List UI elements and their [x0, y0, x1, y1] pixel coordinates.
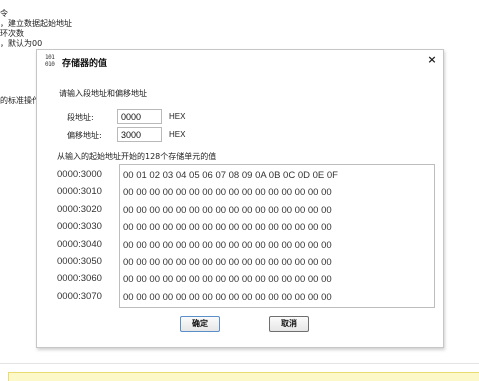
background-text-1: 令	[0, 9, 8, 18]
hex-row: 00 00 00 00 00 00 00 00 00 00 00 00 00 0…	[123, 204, 332, 216]
address-label: 0000:3050	[57, 255, 102, 267]
address-label: 0000:3000	[57, 169, 102, 180]
address-label: 0000:3060	[57, 273, 102, 285]
binary-icon-line-2: 010	[45, 61, 55, 68]
ok-button[interactable]: 确定	[180, 316, 220, 332]
memory-table: 0000:3000 0000:3010 0000:3020 0000:3030 …	[57, 164, 435, 308]
hex-row: 00 00 00 00 00 00 00 00 00 00 00 00 00 0…	[123, 239, 332, 251]
background-text-3: 环次数	[0, 29, 24, 38]
memory-caption: 从输入的起始地址开始的128个存储单元的值	[57, 152, 217, 161]
address-label: 0000:3010	[57, 186, 102, 198]
address-prompt: 请输入段地址和偏移地址	[59, 89, 147, 98]
hex-row: 00 00 00 00 00 00 00 00 00 00 00 00 00 0…	[123, 256, 332, 268]
hex-row: 00 00 00 00 00 00 00 00 00 00 00 00 00 0…	[123, 291, 332, 303]
hex-row: 00 00 00 00 00 00 00 00 00 00 00 00 00 0…	[123, 274, 332, 286]
dialog-header[interactable]: 101 010 存储器的值 ×	[37, 50, 443, 74]
binary-icon: 101 010	[45, 54, 59, 68]
address-label: 0000:3040	[57, 238, 102, 250]
background-text-5: 的标准操作	[0, 96, 40, 105]
address-label: 0000:3020	[57, 203, 102, 215]
background-text-4: ，默认为00	[0, 39, 43, 48]
hex-row: 00 01 02 03 04 05 06 07 08 09 0A 0B 0C 0…	[123, 170, 338, 181]
hex-row: 00 00 00 00 00 00 00 00 00 00 00 00 00 0…	[123, 187, 332, 199]
segment-unit-label: HEX	[169, 112, 186, 121]
binary-icon-line-1: 101	[45, 54, 55, 61]
address-column: 0000:3000 0000:3010 0000:3020 0000:3030 …	[57, 166, 119, 305]
offset-address-input[interactable]	[117, 127, 162, 142]
address-label: 0000:3070	[57, 290, 102, 302]
dialog-title: 存储器的值	[62, 59, 108, 69]
segment-address-label: 段地址:	[67, 113, 94, 122]
offset-address-label: 偏移地址:	[67, 131, 102, 140]
offset-unit-label: HEX	[169, 130, 186, 139]
notice-bar	[8, 372, 479, 381]
address-label: 0000:3030	[57, 221, 102, 233]
background-text-2: ，建立数据起始地址	[0, 19, 72, 28]
segment-address-input[interactable]	[117, 109, 162, 124]
memory-values-dialog: 101 010 存储器的值 × 请输入段地址和偏移地址 段地址: HEX 偏移地…	[36, 49, 444, 348]
hex-row: 00 00 00 00 00 00 00 00 00 00 00 00 00 0…	[123, 222, 332, 234]
divider	[0, 363, 479, 364]
hex-values-box[interactable]: 00 01 02 03 04 05 06 07 08 09 0A 0B 0C 0…	[119, 164, 435, 308]
close-icon[interactable]: ×	[426, 54, 438, 66]
cancel-button[interactable]: 取消	[269, 316, 309, 332]
